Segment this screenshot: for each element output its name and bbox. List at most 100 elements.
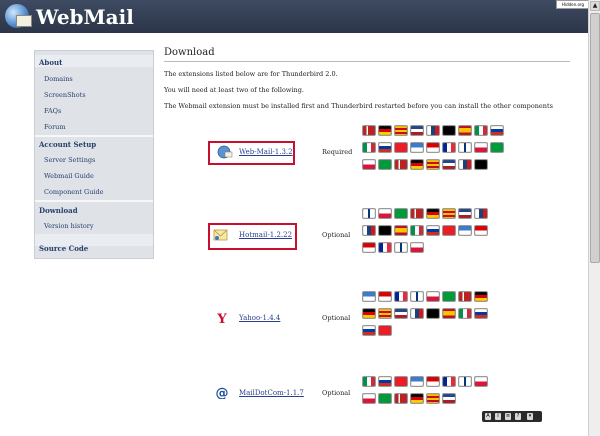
language-flag-icon[interactable]	[426, 142, 440, 153]
sidebar-section-account-setup[interactable]: Account Setup	[39, 140, 96, 149]
language-flag-icon[interactable]	[394, 376, 408, 387]
scrollbar-thumb[interactable]	[590, 13, 600, 263]
language-flag-icon[interactable]	[378, 308, 392, 319]
language-flag-icon[interactable]	[378, 225, 392, 236]
language-flag-icon[interactable]	[410, 376, 424, 387]
toolbar-button[interactable]: I	[495, 413, 501, 420]
language-flag-icon[interactable]	[458, 125, 472, 136]
language-flag-icon[interactable]	[442, 125, 456, 136]
sidebar-item-domains[interactable]: Domains	[44, 75, 73, 83]
language-flag-icon[interactable]	[458, 376, 472, 387]
sidebar-section-about[interactable]: About	[39, 58, 62, 67]
language-flag-icon[interactable]	[426, 393, 440, 404]
language-flag-icon[interactable]	[442, 291, 456, 302]
toolbar-button[interactable]: ?	[515, 413, 521, 420]
language-flag-icon[interactable]	[362, 291, 376, 302]
toolbar-button[interactable]: A	[485, 413, 491, 420]
language-flag-icon[interactable]	[490, 125, 504, 136]
language-flag-icon[interactable]	[426, 291, 440, 302]
language-flag-icon[interactable]	[426, 308, 440, 319]
language-flag-icon[interactable]	[362, 159, 376, 170]
scroll-up-arrow-icon[interactable]: ▲	[590, 1, 600, 11]
language-flag-icon[interactable]	[426, 208, 440, 219]
extension-link-yahoo[interactable]: Yahoo-1.4.4	[239, 314, 280, 322]
language-flag-icon[interactable]	[362, 308, 376, 319]
language-flag-icon[interactable]	[426, 125, 440, 136]
sidebar-item-server-settings[interactable]: Server Settings	[44, 156, 95, 164]
extension-link-webmail[interactable]: Web-Mail-1.3.2	[239, 148, 293, 156]
language-flag-icon[interactable]	[474, 376, 488, 387]
language-flag-icon[interactable]	[378, 242, 392, 253]
floating-toolbar[interactable]: A I ≡ ? ▾	[482, 411, 542, 422]
language-flag-icon[interactable]	[426, 159, 440, 170]
language-flag-icon[interactable]	[410, 125, 424, 136]
language-flag-icon[interactable]	[362, 376, 376, 387]
language-flag-icon[interactable]	[410, 225, 424, 236]
language-flag-icon[interactable]	[362, 242, 376, 253]
language-flag-icon[interactable]	[458, 308, 472, 319]
language-flag-icon[interactable]	[442, 308, 456, 319]
language-flag-icon[interactable]	[458, 142, 472, 153]
language-flag-icon[interactable]	[362, 142, 376, 153]
language-flag-icon[interactable]	[442, 208, 456, 219]
language-flag-icon[interactable]	[474, 208, 488, 219]
language-flag-icon[interactable]	[394, 242, 408, 253]
language-flag-icon[interactable]	[378, 159, 392, 170]
language-flag-icon[interactable]	[458, 291, 472, 302]
language-flag-icon[interactable]	[362, 393, 376, 404]
extension-link-hotmail[interactable]: Hotmail-1.2.22	[239, 231, 292, 239]
language-flag-icon[interactable]	[394, 125, 408, 136]
language-flag-icon[interactable]	[474, 159, 488, 170]
language-flag-icon[interactable]	[426, 225, 440, 236]
language-flag-icon[interactable]	[378, 142, 392, 153]
language-flag-icon[interactable]	[410, 242, 424, 253]
language-flag-icon[interactable]	[394, 291, 408, 302]
language-flag-icon[interactable]	[442, 376, 456, 387]
sidebar-section-download[interactable]: Download	[39, 206, 78, 215]
toolbar-button[interactable]: ≡	[505, 413, 511, 420]
language-flag-icon[interactable]	[394, 142, 408, 153]
language-flag-icon[interactable]	[394, 308, 408, 319]
language-flag-icon[interactable]	[362, 225, 376, 236]
language-flag-icon[interactable]	[474, 225, 488, 236]
language-flag-icon[interactable]	[410, 208, 424, 219]
language-flag-icon[interactable]	[378, 291, 392, 302]
language-flag-icon[interactable]	[362, 208, 376, 219]
language-flag-icon[interactable]	[410, 308, 424, 319]
sidebar-item-version-history[interactable]: Version history	[44, 222, 94, 230]
language-flag-icon[interactable]	[410, 159, 424, 170]
sidebar-item-webmail-guide[interactable]: Webmail Guide	[44, 172, 94, 180]
language-flag-icon[interactable]	[442, 393, 456, 404]
vertical-scrollbar[interactable]: ▲	[588, 0, 600, 436]
language-flag-icon[interactable]	[362, 125, 376, 136]
language-flag-icon[interactable]	[474, 142, 488, 153]
language-flag-icon[interactable]	[458, 208, 472, 219]
language-flag-icon[interactable]	[378, 376, 392, 387]
language-flag-icon[interactable]	[362, 325, 376, 336]
language-flag-icon[interactable]	[378, 325, 392, 336]
language-flag-icon[interactable]	[410, 142, 424, 153]
language-flag-icon[interactable]	[442, 225, 456, 236]
language-flag-icon[interactable]	[394, 159, 408, 170]
language-flag-icon[interactable]	[394, 393, 408, 404]
language-flag-icon[interactable]	[394, 208, 408, 219]
language-flag-icon[interactable]	[378, 393, 392, 404]
toolbar-button[interactable]: ▾	[527, 413, 533, 420]
language-flag-icon[interactable]	[458, 159, 472, 170]
sidebar-item-forum[interactable]: Forum	[44, 123, 66, 131]
site-badge[interactable]: Hidden.org	[556, 0, 590, 9]
sidebar-section-source-code[interactable]: Source Code	[39, 244, 88, 253]
language-flag-icon[interactable]	[490, 142, 504, 153]
language-flag-icon[interactable]	[378, 208, 392, 219]
language-flag-icon[interactable]	[474, 125, 488, 136]
language-flag-icon[interactable]	[426, 376, 440, 387]
language-flag-icon[interactable]	[410, 291, 424, 302]
language-flag-icon[interactable]	[458, 225, 472, 236]
language-flag-icon[interactable]	[442, 142, 456, 153]
language-flag-icon[interactable]	[410, 393, 424, 404]
language-flag-icon[interactable]	[474, 308, 488, 319]
language-flag-icon[interactable]	[442, 159, 456, 170]
sidebar-item-faqs[interactable]: FAQs	[44, 107, 61, 115]
language-flag-icon[interactable]	[394, 225, 408, 236]
sidebar-item-component-guide[interactable]: Component Guide	[44, 188, 104, 196]
